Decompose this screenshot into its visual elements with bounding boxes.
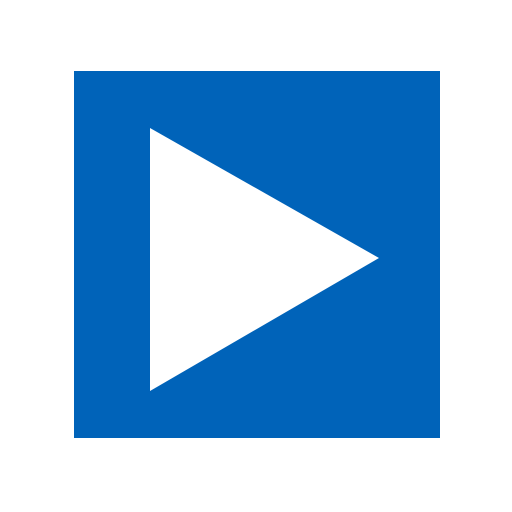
play-icon (74, 71, 440, 438)
icon-canvas (0, 0, 512, 512)
play-button[interactable] (74, 71, 440, 438)
